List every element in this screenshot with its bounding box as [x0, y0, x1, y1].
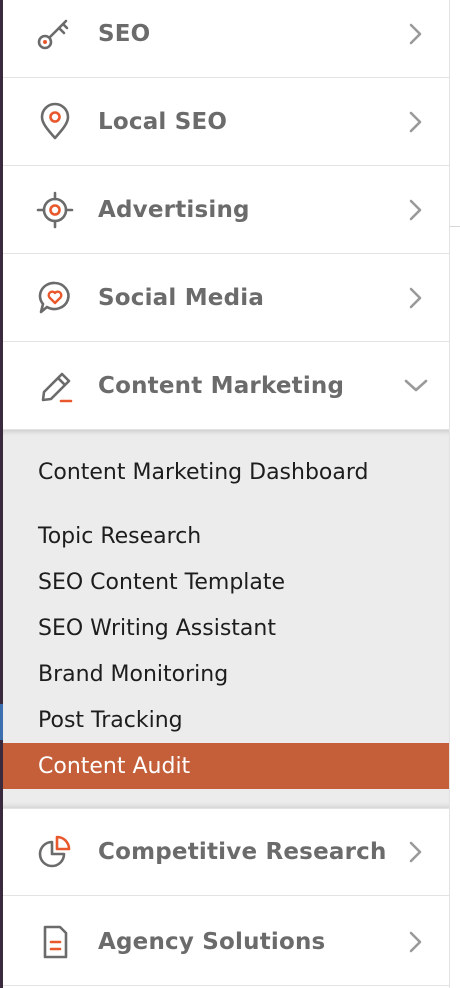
- sidebar-item-label: Content Marketing: [98, 372, 345, 399]
- map-pin-icon: [35, 102, 75, 142]
- sidebar-item-label: Advertising: [98, 196, 250, 223]
- sidebar-item-label: SEO: [98, 20, 151, 47]
- pencil-icon: [35, 366, 75, 406]
- sidebar-item-content-marketing[interactable]: Content Marketing: [3, 342, 449, 430]
- submenu-item-label: SEO Content Template: [38, 569, 286, 595]
- submenu-item-label: Topic Research: [38, 523, 202, 549]
- chevron-right-icon: [401, 283, 431, 313]
- chevron-right-icon: [401, 195, 431, 225]
- chevron-right-icon: [401, 19, 431, 49]
- submenu-item-content-audit[interactable]: Content Audit: [3, 743, 449, 789]
- chat-heart-icon: [35, 278, 75, 318]
- target-icon: [35, 190, 75, 230]
- submenu-item-label: SEO Writing Assistant: [38, 615, 276, 641]
- chevron-right-icon: [401, 927, 431, 957]
- sidebar-item-label: Agency Solutions: [98, 928, 326, 955]
- submenu-item-label: Post Tracking: [38, 707, 183, 733]
- chevron-right-icon: [401, 837, 431, 867]
- sidebar-item-label: Competitive Research: [98, 839, 387, 865]
- submenu-item-label: Brand Monitoring: [38, 661, 229, 687]
- chevron-right-icon: [401, 107, 431, 137]
- submenu-item-topic-research[interactable]: Topic Research: [3, 513, 449, 559]
- sidebar-item-seo[interactable]: SEO: [3, 0, 449, 78]
- document-icon: [35, 922, 75, 962]
- sidebar-nav: SEO Local SEO Advertising Social Media C…: [3, 0, 450, 988]
- submenu-item-seo-content-template[interactable]: SEO Content Template: [3, 559, 449, 605]
- sidebar-item-local-seo[interactable]: Local SEO: [3, 78, 449, 166]
- submenu-item-seo-writing-assistant[interactable]: SEO Writing Assistant: [3, 605, 449, 651]
- submenu-item-label: Content Marketing Dashboard: [38, 459, 369, 485]
- content-marketing-submenu: Content Marketing Dashboard Topic Resear…: [3, 430, 449, 808]
- sidebar-item-label: Social Media: [98, 284, 265, 311]
- submenu-item-content-marketing-dashboard[interactable]: Content Marketing Dashboard: [3, 449, 449, 495]
- sidebar-item-social-media[interactable]: Social Media: [3, 254, 449, 342]
- sidebar-item-label: Local SEO: [98, 108, 228, 135]
- main-content-edge: [450, 0, 460, 988]
- submenu-item-post-tracking[interactable]: Post Tracking: [3, 697, 449, 743]
- submenu-item-brand-monitoring[interactable]: Brand Monitoring: [3, 651, 449, 697]
- main-content-divider: [450, 226, 460, 227]
- sidebar-item-competitive-research[interactable]: Competitive Research: [3, 808, 449, 896]
- chevron-down-icon: [401, 371, 431, 401]
- pie-chart-icon: [35, 832, 75, 872]
- sidebar-item-agency-solutions[interactable]: Agency Solutions: [3, 898, 449, 986]
- submenu-item-label: Content Audit: [38, 753, 191, 779]
- sidebar-item-advertising[interactable]: Advertising: [3, 166, 449, 254]
- key-icon: [35, 14, 75, 54]
